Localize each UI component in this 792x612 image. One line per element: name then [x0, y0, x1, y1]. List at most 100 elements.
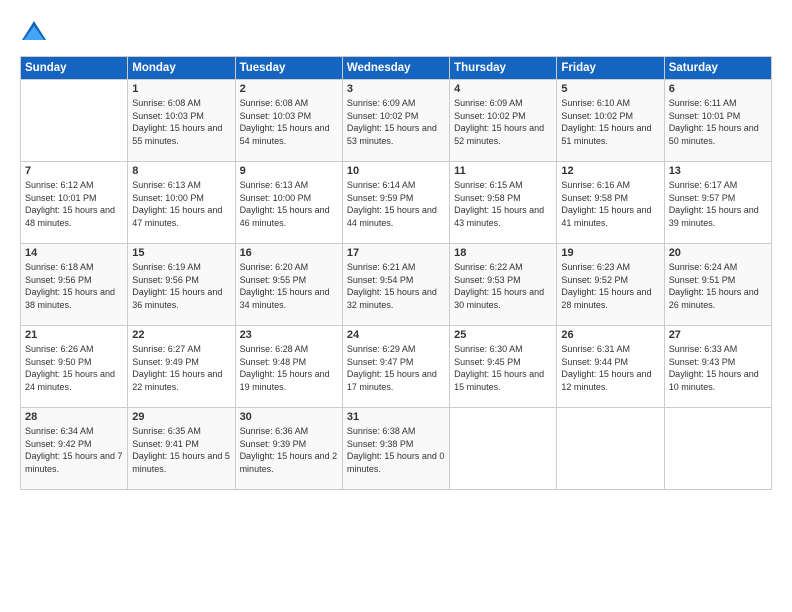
day-cell: 27 Sunrise: 6:33 AMSunset: 9:43 PMDayligh… [664, 326, 771, 408]
day-cell: 13 Sunrise: 6:17 AMSunset: 9:57 PMDayligh… [664, 162, 771, 244]
day-header-sunday: Sunday [21, 57, 128, 80]
week-row-4: 21 Sunrise: 6:26 AMSunset: 9:50 PMDayligh… [21, 326, 772, 408]
day-cell: 9 Sunrise: 6:13 AMSunset: 10:00 PMDayligh… [235, 162, 342, 244]
day-number: 28 [25, 411, 123, 423]
day-cell: 30 Sunrise: 6:36 AMSunset: 9:39 PMDayligh… [235, 408, 342, 490]
cell-content: Sunrise: 6:24 AMSunset: 9:51 PMDaylight:… [669, 261, 767, 311]
logo-icon [20, 18, 48, 46]
day-number: 26 [561, 329, 659, 341]
day-number: 13 [669, 165, 767, 177]
day-number: 8 [132, 165, 230, 177]
day-number: 18 [454, 247, 552, 259]
cell-content: Sunrise: 6:18 AMSunset: 9:56 PMDaylight:… [25, 261, 123, 311]
day-cell: 29 Sunrise: 6:35 AMSunset: 9:41 PMDayligh… [128, 408, 235, 490]
cell-content: Sunrise: 6:36 AMSunset: 9:39 PMDaylight:… [240, 425, 338, 475]
cell-content: Sunrise: 6:09 AMSunset: 10:02 PMDaylight… [454, 97, 552, 147]
cell-content: Sunrise: 6:08 AMSunset: 10:03 PMDaylight… [132, 97, 230, 147]
day-number: 9 [240, 165, 338, 177]
day-header-tuesday: Tuesday [235, 57, 342, 80]
day-number: 14 [25, 247, 123, 259]
day-number: 4 [454, 83, 552, 95]
day-cell: 21 Sunrise: 6:26 AMSunset: 9:50 PMDayligh… [21, 326, 128, 408]
day-cell: 25Sunrise: 6:30 AMSunset: 9:45 PMDayligh… [450, 326, 557, 408]
cell-content: Sunrise: 6:16 AMSunset: 9:58 PMDaylight:… [561, 179, 659, 229]
day-header-saturday: Saturday [664, 57, 771, 80]
cell-content: Sunrise: 6:22 AMSunset: 9:53 PMDaylight:… [454, 261, 552, 311]
cell-content: Sunrise: 6:27 AMSunset: 9:49 PMDaylight:… [132, 343, 230, 393]
day-number: 21 [25, 329, 123, 341]
day-number: 29 [132, 411, 230, 423]
week-row-3: 14 Sunrise: 6:18 AMSunset: 9:56 PMDayligh… [21, 244, 772, 326]
day-cell: 3 Sunrise: 6:09 AMSunset: 10:02 PMDayligh… [342, 80, 449, 162]
cell-content: Sunrise: 6:33 AMSunset: 9:43 PMDaylight:… [669, 343, 767, 393]
day-number: 22 [132, 329, 230, 341]
day-number: 2 [240, 83, 338, 95]
cell-content: Sunrise: 6:11 AMSunset: 10:01 PMDaylight… [669, 97, 767, 147]
cell-content: Sunrise: 6:31 AMSunset: 9:44 PMDaylight:… [561, 343, 659, 393]
day-number: 7 [25, 165, 123, 177]
cell-content: Sunrise: 6:14 AMSunset: 9:59 PMDaylight:… [347, 179, 445, 229]
week-row-2: 7 Sunrise: 6:12 AMSunset: 10:01 PMDayligh… [21, 162, 772, 244]
day-cell: 1 Sunrise: 6:08 AMSunset: 10:03 PMDayligh… [128, 80, 235, 162]
day-number: 6 [669, 83, 767, 95]
cell-content: Sunrise: 6:12 AMSunset: 10:01 PMDaylight… [25, 179, 123, 229]
day-cell: 31 Sunrise: 6:38 AMSunset: 9:38 PMDayligh… [342, 408, 449, 490]
cell-content: Sunrise: 6:30 AMSunset: 9:45 PMDaylight:… [454, 343, 552, 393]
day-number: 17 [347, 247, 445, 259]
cell-content: Sunrise: 6:08 AMSunset: 10:03 PMDaylight… [240, 97, 338, 147]
day-cell: 11Sunrise: 6:15 AMSunset: 9:58 PMDayligh… [450, 162, 557, 244]
day-number: 19 [561, 247, 659, 259]
day-cell: 20 Sunrise: 6:24 AMSunset: 9:51 PMDayligh… [664, 244, 771, 326]
day-number: 1 [132, 83, 230, 95]
day-cell: 28 Sunrise: 6:34 AMSunset: 9:42 PMDayligh… [21, 408, 128, 490]
day-number: 23 [240, 329, 338, 341]
cell-content: Sunrise: 6:13 AMSunset: 10:00 PMDaylight… [240, 179, 338, 229]
cell-content: Sunrise: 6:34 AMSunset: 9:42 PMDaylight:… [25, 425, 123, 475]
cell-content: Sunrise: 6:38 AMSunset: 9:38 PMDaylight:… [347, 425, 445, 475]
cell-content: Sunrise: 6:10 AMSunset: 10:02 PMDaylight… [561, 97, 659, 147]
day-cell: 15 Sunrise: 6:19 AMSunset: 9:56 PMDayligh… [128, 244, 235, 326]
day-cell [664, 408, 771, 490]
day-cell: 6 Sunrise: 6:11 AMSunset: 10:01 PMDayligh… [664, 80, 771, 162]
cell-content: Sunrise: 6:35 AMSunset: 9:41 PMDaylight:… [132, 425, 230, 475]
logo [20, 18, 52, 46]
calendar-table: SundayMondayTuesdayWednesdayThursdayFrid… [20, 56, 772, 490]
day-number: 20 [669, 247, 767, 259]
day-number: 11 [454, 165, 552, 177]
day-number: 10 [347, 165, 445, 177]
cell-content: Sunrise: 6:19 AMSunset: 9:56 PMDaylight:… [132, 261, 230, 311]
day-cell: 17 Sunrise: 6:21 AMSunset: 9:54 PMDayligh… [342, 244, 449, 326]
day-header-thursday: Thursday [450, 57, 557, 80]
day-cell: 5Sunrise: 6:10 AMSunset: 10:02 PMDayligh… [557, 80, 664, 162]
day-header-monday: Monday [128, 57, 235, 80]
header [20, 18, 772, 46]
day-cell: 10 Sunrise: 6:14 AMSunset: 9:59 PMDayligh… [342, 162, 449, 244]
cell-content: Sunrise: 6:20 AMSunset: 9:55 PMDaylight:… [240, 261, 338, 311]
day-cell: 22 Sunrise: 6:27 AMSunset: 9:49 PMDayligh… [128, 326, 235, 408]
day-number: 27 [669, 329, 767, 341]
cell-content: Sunrise: 6:26 AMSunset: 9:50 PMDaylight:… [25, 343, 123, 393]
day-cell: 4 Sunrise: 6:09 AMSunset: 10:02 PMDayligh… [450, 80, 557, 162]
day-number: 24 [347, 329, 445, 341]
calendar-page: SundayMondayTuesdayWednesdayThursdayFrid… [0, 0, 792, 612]
day-number: 15 [132, 247, 230, 259]
cell-content: Sunrise: 6:17 AMSunset: 9:57 PMDaylight:… [669, 179, 767, 229]
day-cell [21, 80, 128, 162]
cell-content: Sunrise: 6:23 AMSunset: 9:52 PMDaylight:… [561, 261, 659, 311]
day-number: 30 [240, 411, 338, 423]
cell-content: Sunrise: 6:09 AMSunset: 10:02 PMDaylight… [347, 97, 445, 147]
day-cell [557, 408, 664, 490]
cell-content: Sunrise: 6:13 AMSunset: 10:00 PMDaylight… [132, 179, 230, 229]
day-number: 3 [347, 83, 445, 95]
day-number: 16 [240, 247, 338, 259]
cell-content: Sunrise: 6:29 AMSunset: 9:47 PMDaylight:… [347, 343, 445, 393]
day-cell: 26 Sunrise: 6:31 AMSunset: 9:44 PMDayligh… [557, 326, 664, 408]
cell-content: Sunrise: 6:21 AMSunset: 9:54 PMDaylight:… [347, 261, 445, 311]
day-header-wednesday: Wednesday [342, 57, 449, 80]
day-cell: 16 Sunrise: 6:20 AMSunset: 9:55 PMDayligh… [235, 244, 342, 326]
week-row-5: 28 Sunrise: 6:34 AMSunset: 9:42 PMDayligh… [21, 408, 772, 490]
day-cell: 18 Sunrise: 6:22 AMSunset: 9:53 PMDayligh… [450, 244, 557, 326]
day-number: 31 [347, 411, 445, 423]
day-header-friday: Friday [557, 57, 664, 80]
day-cell: 7 Sunrise: 6:12 AMSunset: 10:01 PMDayligh… [21, 162, 128, 244]
